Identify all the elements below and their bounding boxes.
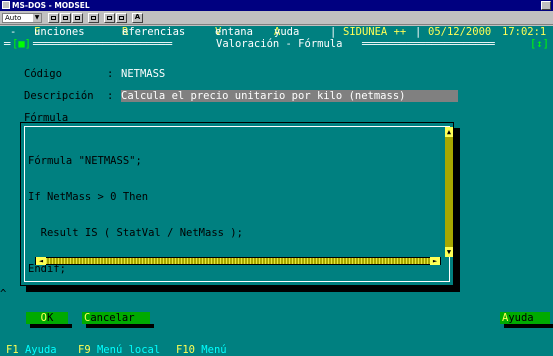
background-icon — [119, 16, 124, 20]
menu-ventana-label: entana — [215, 26, 253, 38]
formula-editor[interactable]: Fórmula "NETMASS"; If NetMass > 0 Then R… — [20, 122, 454, 286]
minimize-button[interactable] — [541, 1, 551, 10]
dialog-close-button[interactable]: [■] — [12, 38, 31, 50]
status-bar: F1 Ayuda F9 Menú local F10 Menú — [0, 344, 553, 356]
dialog-title-frame: ═ [■] ══════════════════════ Valoración … — [4, 38, 549, 50]
current-date: 05/12/2000 — [428, 26, 492, 38]
horizontal-scrollbar[interactable]: ◄ ► — [35, 257, 441, 265]
descripcion-label: Descripción — [24, 90, 94, 102]
window-title: MS-DOS - MODSEL — [12, 1, 90, 10]
properties-button[interactable] — [104, 13, 115, 23]
dialog-title: Valoración - Fórmula — [216, 38, 343, 50]
edge-marker: ^ — [0, 288, 7, 300]
code-line: Fórmula "NETMASS"; — [28, 155, 142, 167]
codigo-label: Código — [24, 68, 62, 80]
background-button[interactable] — [116, 13, 127, 23]
toolbar: Auto ▼ A — [0, 11, 553, 25]
codigo-value[interactable]: NETMASS — [121, 68, 165, 80]
status-key: F10 — [176, 344, 195, 356]
scrollbar-track — [46, 258, 432, 264]
menu-ayuda-label: yuda — [274, 26, 300, 38]
paste-button[interactable] — [72, 13, 83, 23]
font-button[interactable]: A — [132, 13, 143, 23]
descripcion-field[interactable]: Calcula el precio unitario por kilo (net… — [121, 90, 458, 102]
status-f9[interactable]: F9 Menú local — [78, 344, 160, 356]
current-time: 17:02:1 — [502, 26, 547, 38]
menu-separator: | — [415, 26, 422, 38]
chevron-down-icon[interactable]: ▼ — [33, 14, 41, 22]
fullscreen-button[interactable] — [88, 13, 99, 23]
fullscreen-icon — [91, 16, 96, 20]
dialog-resize-button[interactable]: [↕] — [530, 38, 549, 50]
scroll-left-icon[interactable]: ◄ — [36, 257, 46, 265]
status-f10[interactable]: F10 Menú — [176, 344, 227, 356]
code-line: If NetMass > 0 Then — [28, 191, 149, 203]
cancel-button[interactable]: Cancelar — [82, 312, 150, 324]
vertical-scrollbar[interactable]: ▲ ▼ — [445, 127, 453, 257]
codigo-separator: : — [107, 68, 114, 80]
copy-button[interactable] — [60, 13, 71, 23]
mark-icon — [51, 16, 56, 20]
menu-referencias-label: eferencias — [122, 26, 186, 38]
dos-console: - Funciones Referencias Ventana Ayuda | … — [0, 26, 553, 356]
font-size-select[interactable]: Auto ▼ — [2, 13, 42, 23]
cancel-label: ancelar — [90, 312, 135, 324]
scroll-up-icon[interactable]: ▲ — [445, 127, 453, 137]
status-label: Ayuda — [24, 344, 57, 356]
paste-icon — [75, 16, 80, 20]
ok-label: K — [47, 312, 54, 324]
mark-button[interactable] — [48, 13, 59, 23]
status-label: Menú local — [96, 344, 161, 356]
copy-icon — [63, 16, 68, 20]
system-menu[interactable]: - — [10, 26, 16, 38]
menu-separator: | — [330, 26, 337, 38]
code-line: Result IS ( StatVal / NetMass ); — [28, 227, 243, 239]
properties-icon — [107, 16, 112, 20]
scroll-right-icon[interactable]: ► — [430, 257, 440, 265]
window-title-bar: MS-DOS - MODSEL — [0, 0, 553, 11]
ok-button[interactable]: OK — [26, 312, 68, 324]
status-key: F9 — [78, 344, 91, 356]
font-size-value: Auto — [5, 14, 22, 22]
window-icon[interactable] — [2, 1, 10, 9]
app-name: SIDUNEA ++ — [343, 26, 407, 38]
status-label: Menú — [201, 344, 227, 356]
status-f1[interactable]: F1 Ayuda — [6, 344, 57, 356]
font-icon: A — [134, 13, 141, 21]
menu-funciones-label: unciones — [34, 26, 85, 38]
help-label: yuda — [508, 312, 534, 324]
formula-code[interactable]: Fórmula "NETMASS"; If NetMass > 0 Then R… — [28, 131, 243, 299]
descripcion-separator: : — [107, 90, 114, 102]
status-key: F1 — [6, 344, 19, 356]
help-button[interactable]: Ayuda — [500, 312, 550, 324]
menu-bar: - Funciones Referencias Ventana Ayuda | … — [0, 26, 553, 38]
scroll-down-icon[interactable]: ▼ — [445, 247, 453, 257]
